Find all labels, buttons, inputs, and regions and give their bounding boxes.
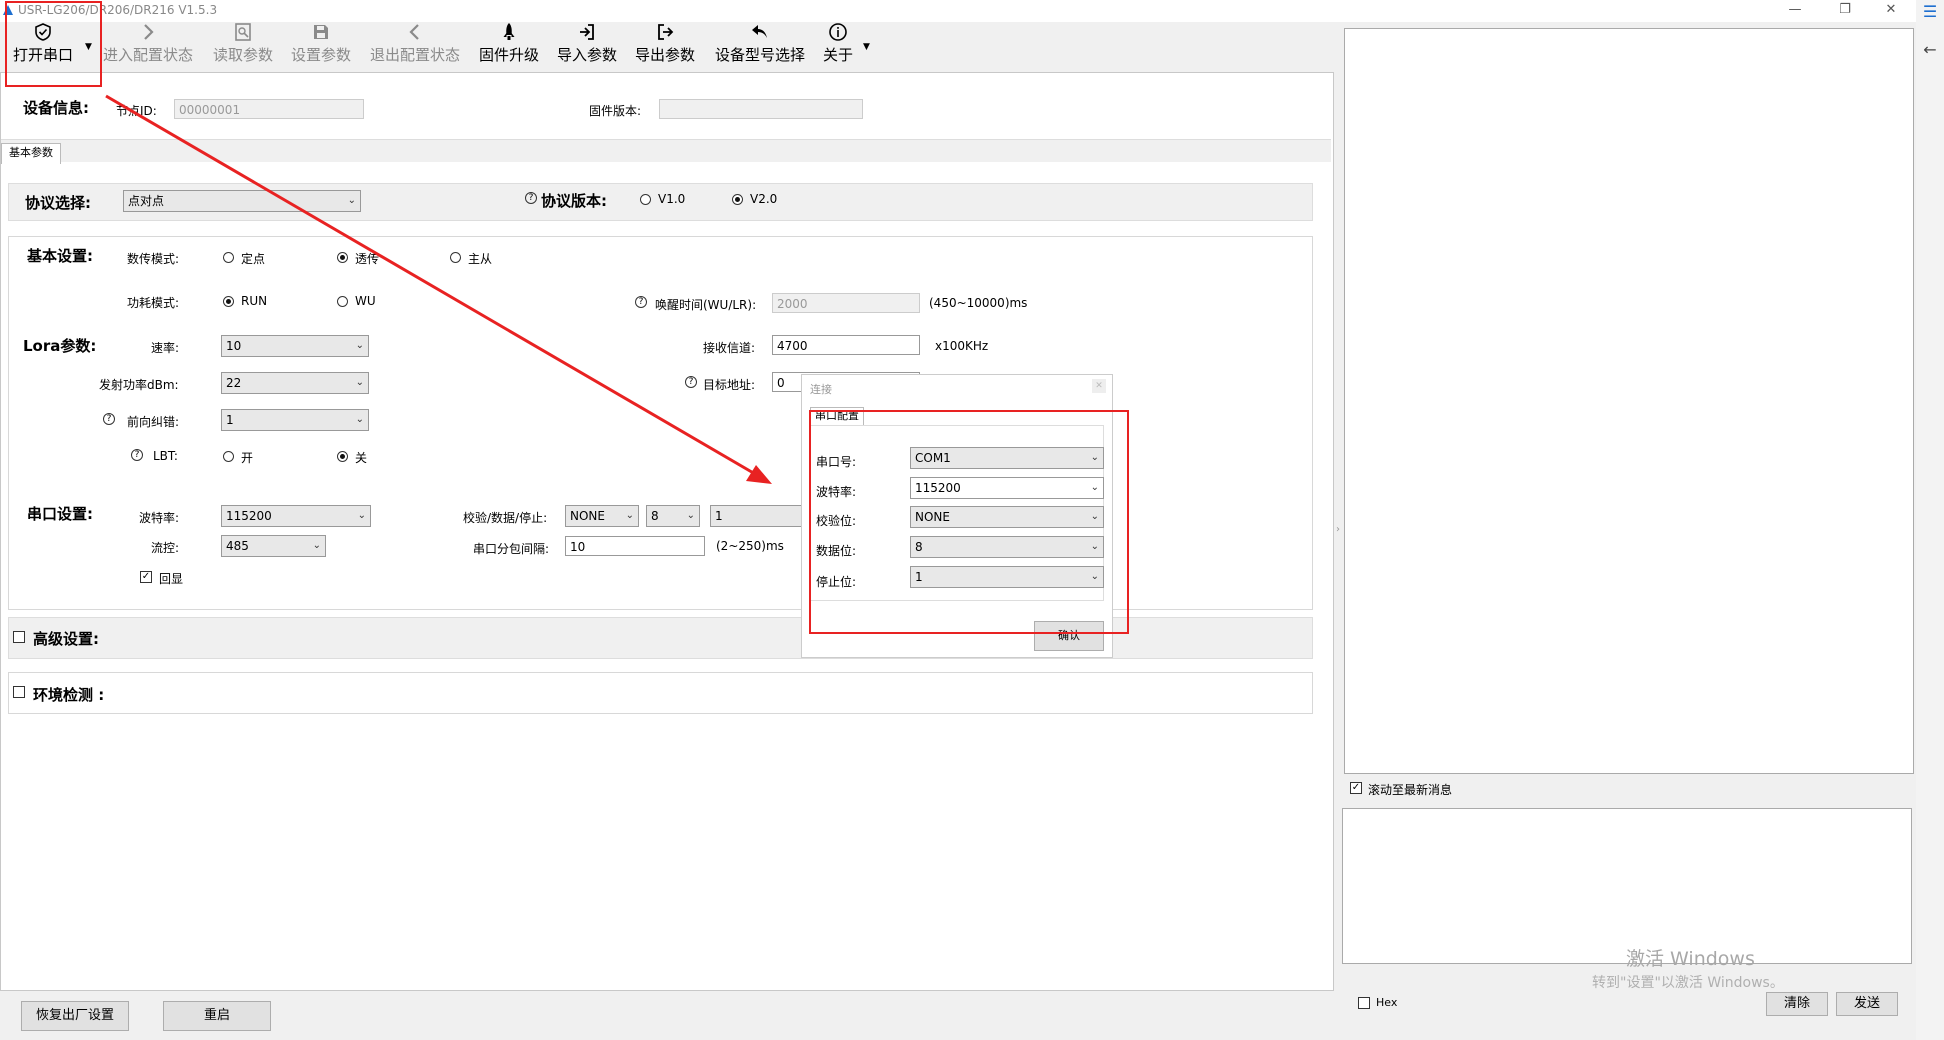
annotation-arrow (105, 94, 772, 484)
